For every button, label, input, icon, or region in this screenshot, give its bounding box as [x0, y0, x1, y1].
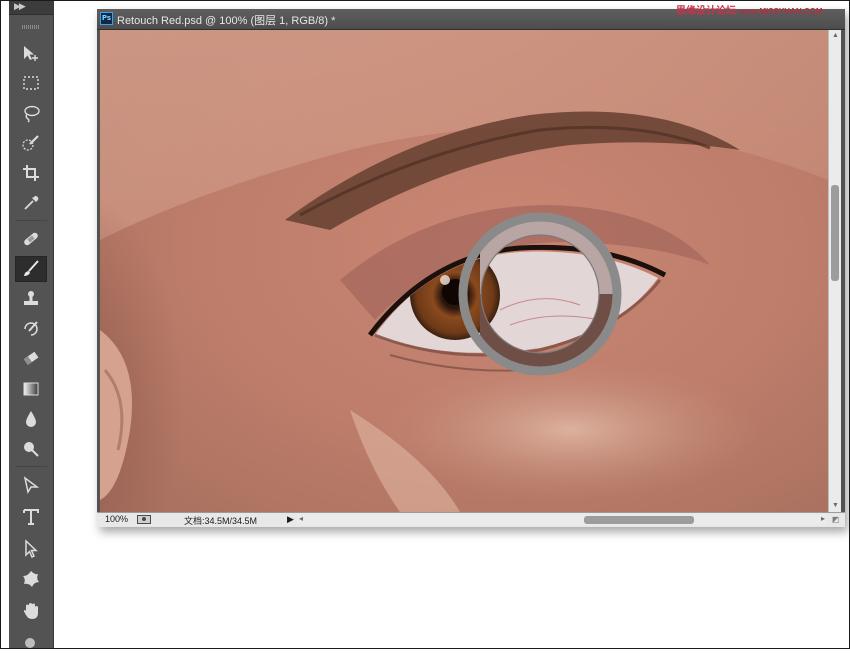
quick-selection-icon — [22, 135, 39, 151]
gradient-icon — [23, 382, 39, 396]
tool-separator — [15, 466, 47, 467]
document-window: Ps Retouch Red.psd @ 100% (图层 1, RGB/8) … — [97, 9, 845, 527]
lasso-icon — [24, 105, 40, 123]
scroll-left-icon[interactable]: ◂ — [299, 514, 303, 523]
tools-panel-header[interactable]: ▶▶ — [9, 0, 53, 15]
history-brush-tool[interactable] — [15, 316, 47, 342]
watermark: 思缘设计论坛 www.MISSYUAN.COM — [676, 2, 823, 17]
path-select-icon — [23, 476, 40, 495]
hand-tool[interactable] — [15, 598, 47, 624]
type-icon — [23, 509, 39, 525]
arrow-icon — [25, 539, 38, 559]
hand-icon — [23, 603, 38, 619]
eraser-icon — [23, 351, 39, 365]
zoom-tool[interactable] — [15, 628, 47, 654]
image-canvas[interactable] — [100, 30, 828, 512]
move-tool[interactable] — [15, 40, 47, 66]
marquee-icon — [23, 76, 39, 90]
move-icon — [24, 46, 38, 61]
resize-grip-icon[interactable]: ◩ — [831, 515, 840, 524]
marquee-tool[interactable] — [15, 70, 47, 96]
eyedropper-icon — [24, 195, 39, 210]
gradient-tool[interactable] — [15, 376, 47, 402]
scroll-down-icon[interactable]: ▼ — [831, 501, 840, 511]
quick-selection-tool[interactable] — [15, 130, 47, 156]
scroll-right-icon[interactable]: ▸ — [821, 514, 825, 523]
clone-stamp-tool[interactable] — [15, 286, 47, 312]
collapse-icon[interactable]: ▶▶ — [14, 1, 26, 12]
brush-tool[interactable] — [15, 256, 47, 282]
magnifier-icon — [25, 638, 35, 648]
type-tool[interactable] — [15, 504, 47, 530]
photoshop-icon: Ps — [100, 12, 113, 25]
watermark-text: 思缘设计论坛 — [676, 6, 736, 17]
shape-icon — [23, 571, 39, 587]
path-selection-tool[interactable] — [15, 472, 47, 498]
scroll-up-icon[interactable]: ▲ — [831, 31, 840, 41]
vertical-scroll-thumb[interactable] — [831, 185, 839, 281]
custom-shape-tool[interactable] — [15, 566, 47, 592]
vertical-scrollbar[interactable]: ▲ ▼ — [828, 30, 841, 512]
crop-icon — [23, 165, 39, 181]
crop-tool[interactable] — [15, 160, 47, 186]
brush-icon — [24, 260, 39, 276]
document-size: 文档:34.5M/34.5M — [184, 516, 258, 526]
healing-brush-tool[interactable] — [15, 226, 47, 252]
horizontal-scrollbar[interactable]: ◂ ▸ — [297, 514, 827, 525]
proof-icon[interactable] — [137, 515, 151, 524]
eye-photo — [100, 30, 828, 512]
horizontal-scroll-thumb[interactable] — [584, 516, 694, 524]
dodge-tool[interactable] — [15, 436, 47, 462]
tools-panel: ▶▶ — [9, 0, 54, 649]
status-menu-icon[interactable]: ▶ — [287, 514, 294, 525]
status-bar: 100% 文档:34.5M/34.5M ▶ ◂ ▸ ◩ — [97, 512, 845, 527]
stamp-icon — [24, 291, 38, 305]
dodge-icon — [24, 442, 39, 457]
zoom-level[interactable]: 100% — [105, 514, 128, 524]
eyedropper-tool[interactable] — [15, 190, 47, 216]
eraser-tool[interactable] — [15, 346, 47, 372]
tool-separator — [15, 220, 47, 221]
direct-selection-tool[interactable] — [15, 536, 47, 562]
lasso-tool[interactable] — [15, 100, 47, 126]
drop-icon — [26, 411, 36, 427]
watermark-url: www.MISSYUAN.COM — [738, 7, 823, 16]
blur-tool[interactable] — [15, 406, 47, 432]
bandage-icon — [24, 232, 38, 246]
history-brush-icon — [24, 321, 38, 336]
panel-grip[interactable] — [22, 25, 40, 29]
document-title[interactable]: Retouch Red.psd @ 100% (图层 1, RGB/8) * — [117, 12, 335, 28]
